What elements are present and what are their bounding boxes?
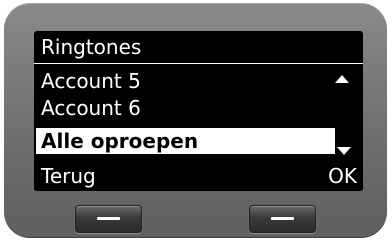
- screen-title: Ringtones: [41, 35, 142, 59]
- softkey-left-label[interactable]: Terug: [41, 163, 96, 189]
- left-display-key[interactable]: [75, 205, 142, 233]
- title-divider: [34, 63, 363, 64]
- menu-item-account-5[interactable]: Account 5: [41, 68, 337, 94]
- right-display-key[interactable]: [249, 205, 316, 233]
- softkey-right-label[interactable]: OK: [328, 163, 357, 189]
- display-screen: Ringtones Account 5 Account 6 Alle oproe…: [34, 31, 363, 191]
- phone-device: Ringtones Account 5 Account 6 Alle oproe…: [4, 3, 387, 238]
- minus-icon: [97, 217, 120, 220]
- softkey-bar: Terug OK: [34, 161, 363, 191]
- minus-icon: [271, 217, 294, 220]
- menu-item-alle-oproepen[interactable]: Alle oproepen: [36, 128, 335, 154]
- scroll-up-icon: [335, 75, 349, 83]
- scroll-down-icon: [337, 147, 351, 155]
- menu-item-account-6[interactable]: Account 6: [41, 95, 337, 121]
